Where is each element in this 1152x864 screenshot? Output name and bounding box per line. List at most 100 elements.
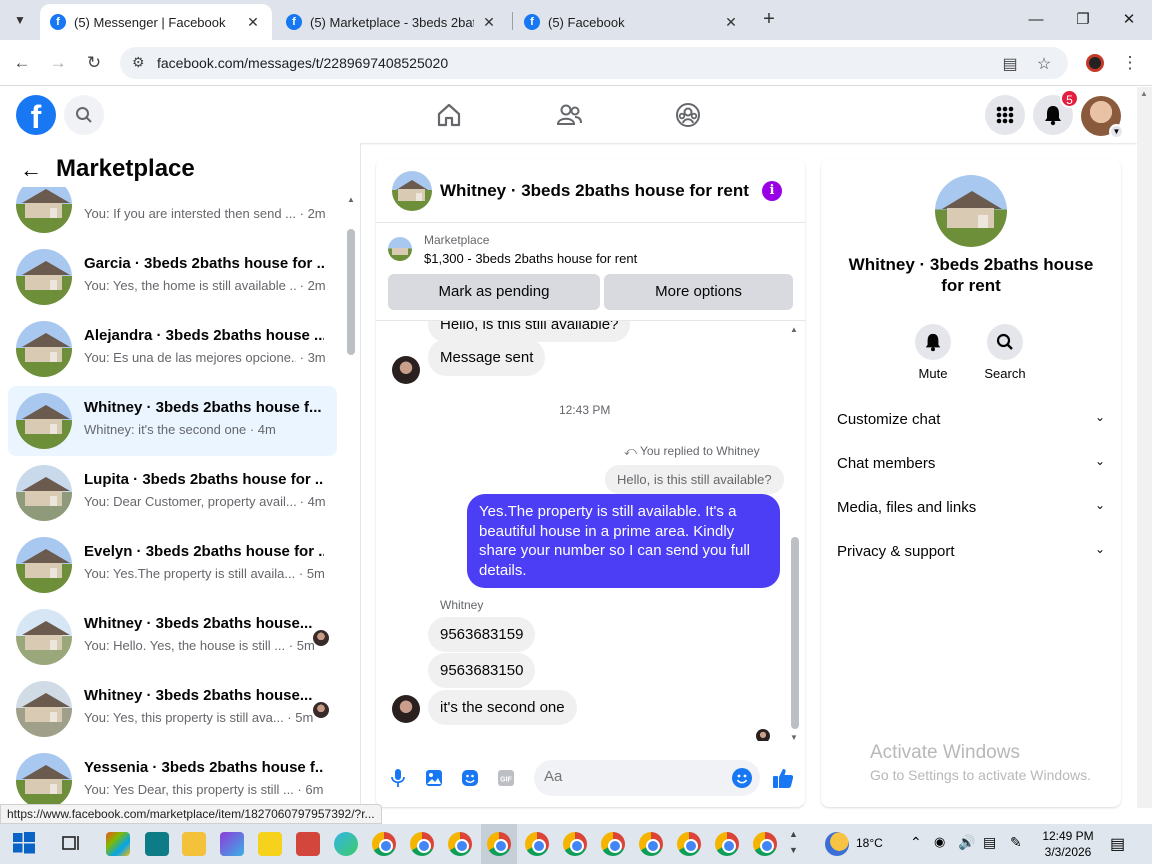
chrome-taskbar-icon[interactable] — [525, 832, 549, 856]
task-view-icon[interactable] — [60, 832, 84, 856]
sticky-notes-icon[interactable] — [258, 832, 282, 856]
conversation-item[interactable]: Garcia · 3beds 2baths house for ... You:… — [8, 242, 337, 312]
listing-thumbnail[interactable] — [392, 171, 432, 211]
scroll-up-arrow-icon[interactable]: ▲ — [347, 195, 355, 204]
more-options-button[interactable]: More options — [604, 274, 793, 310]
weather-temperature[interactable]: 18°C — [856, 836, 883, 850]
paint-app-icon[interactable] — [296, 832, 320, 856]
privacy-support-section[interactable]: Privacy & support ⌄ — [829, 530, 1113, 574]
chat-title[interactable]: Whitney · 3beds 2baths house for rent — [440, 181, 749, 201]
account-avatar[interactable]: ▼ — [1081, 96, 1124, 139]
home-nav-icon[interactable] — [434, 100, 464, 130]
facebook-logo-icon[interactable]: f — [16, 95, 56, 135]
app-s-icon[interactable] — [145, 832, 169, 856]
page-scrollbar[interactable]: ▲ — [1137, 87, 1152, 808]
close-window-icon[interactable]: ✕ — [1117, 8, 1141, 32]
customize-chat-section[interactable]: Customize chat ⌄ — [829, 398, 1113, 442]
photo-gallery-icon[interactable] — [424, 768, 444, 788]
clock[interactable]: 12:49 PM 3/3/2026 — [1038, 828, 1098, 860]
profile-extension-icon[interactable] — [1086, 54, 1104, 72]
contact-avatar[interactable] — [392, 356, 420, 384]
install-app-icon[interactable]: ▤ — [1000, 54, 1020, 74]
windows-start-icon[interactable] — [13, 832, 37, 856]
app-filter-icon[interactable] — [220, 832, 244, 856]
conversation-item[interactable]: Lupita · 3beds 2baths house for ... You:… — [8, 458, 337, 528]
chrome-taskbar-icon[interactable] — [753, 832, 777, 856]
address-bar[interactable]: ⚙ facebook.com/messages/t/22896974085250… — [120, 47, 1068, 79]
conversation-item[interactable]: Whitney · 3beds 2baths house... You: Yes… — [8, 674, 337, 744]
search-icon[interactable] — [987, 324, 1023, 360]
mute-action[interactable]: Mute — [903, 324, 963, 381]
message-input-box[interactable] — [534, 760, 760, 796]
sticker-icon[interactable] — [460, 768, 480, 788]
show-hidden-icons-chevron-icon[interactable]: ⌃ — [910, 834, 922, 851]
listing-price-title[interactable]: $1,300 - 3beds 2baths house for rent — [424, 251, 637, 266]
info-icon[interactable]: i — [762, 181, 782, 201]
contact-avatar[interactable] — [392, 695, 420, 723]
taskbar-overflow-arrows-icon[interactable]: ▲ ▼ — [789, 826, 798, 858]
bookmark-star-icon[interactable]: ☆ — [1034, 54, 1054, 74]
new-tab-plus-icon[interactable]: + — [758, 9, 780, 31]
chrome-taskbar-icon[interactable] — [563, 832, 587, 856]
close-tab-icon[interactable]: ✕ — [722, 14, 740, 31]
back-arrow-icon[interactable]: ← — [10, 51, 34, 75]
weather-icon[interactable] — [825, 832, 849, 856]
chrome-taskbar-icon[interactable] — [715, 832, 739, 856]
menu-grid-button[interactable] — [985, 95, 1025, 135]
search-action[interactable]: Search — [975, 324, 1035, 381]
conversation-item-selected[interactable]: Whitney · 3beds 2baths house f... Whitne… — [8, 386, 337, 456]
copilot-app-icon[interactable] — [106, 832, 130, 856]
chat-members-section[interactable]: Chat members ⌄ — [829, 442, 1113, 486]
conversation-item[interactable]: Whitney · 3beds 2baths house... You: Hel… — [8, 602, 337, 672]
listing-photo[interactable] — [935, 175, 1007, 247]
chrome-taskbar-icon[interactable] — [448, 832, 472, 856]
message-input[interactable] — [544, 768, 714, 785]
mark-as-pending-button[interactable]: Mark as pending — [388, 274, 600, 310]
scroll-up-arrow-icon[interactable]: ▲ — [790, 325, 798, 334]
tab-marketplace[interactable]: f (5) Marketplace - 3beds 2baths ✕ — [276, 4, 508, 40]
chrome-taskbar-icon[interactable] — [410, 832, 434, 856]
notification-center-icon[interactable]: ▤ — [1110, 834, 1125, 854]
file-explorer-icon[interactable] — [182, 832, 206, 856]
bell-icon[interactable] — [915, 324, 951, 360]
notifications-button[interactable]: 5 — [1033, 89, 1079, 135]
conversation-item[interactable]: Alejandra · 3beds 2baths house ... You: … — [8, 314, 337, 384]
back-arrow-icon[interactable]: ← — [20, 157, 42, 183]
pen-icon[interactable]: ✎ — [1010, 834, 1022, 851]
browser-menu-icon[interactable]: ⋮ — [1118, 51, 1142, 75]
address-url[interactable]: facebook.com/messages/t/2289697408525020 — [157, 55, 448, 71]
conversation-item[interactable]: Evelyn · 3beds 2baths house for ... You:… — [8, 530, 337, 600]
conversation-item[interactable]: Yessenia · 3beds 2baths house f... You: … — [8, 746, 337, 804]
edge-browser-icon[interactable] — [334, 832, 358, 856]
emoji-icon[interactable] — [732, 768, 752, 788]
tab-search-chevron-icon[interactable]: ▼ — [8, 8, 32, 32]
gif-icon[interactable]: GIF — [496, 768, 516, 788]
message-scrollbar[interactable] — [791, 537, 799, 729]
replied-to-quote[interactable]: Hello, is this still available? — [605, 465, 784, 494]
meet-now-icon[interactable]: ◉ — [934, 834, 945, 850]
friends-nav-icon[interactable] — [554, 100, 584, 130]
listing-thumbnail[interactable] — [388, 237, 412, 261]
close-tab-icon[interactable]: ✕ — [244, 14, 262, 31]
facebook-search-button[interactable] — [64, 95, 104, 135]
volume-icon[interactable]: 🔊 — [958, 834, 975, 851]
groups-nav-icon[interactable] — [673, 100, 703, 130]
tab-messenger[interactable]: f (5) Messenger | Facebook ✕ — [40, 4, 272, 40]
site-settings-icon[interactable]: ⚙ — [132, 54, 145, 71]
tab-facebook[interactable]: f (5) Facebook ✕ — [514, 4, 750, 40]
microphone-icon[interactable] — [388, 768, 408, 788]
close-tab-icon[interactable]: ✕ — [480, 14, 498, 31]
chrome-taskbar-icon[interactable] — [372, 832, 396, 856]
scroll-down-arrow-icon[interactable]: ▼ — [790, 733, 798, 742]
reload-icon[interactable]: ↻ — [82, 51, 106, 75]
thumbs-up-icon[interactable] — [772, 767, 794, 789]
minimize-window-icon[interactable]: — — [1024, 8, 1048, 32]
maximize-window-icon[interactable]: ❐ — [1071, 8, 1095, 32]
media-files-links-section[interactable]: Media, files and links ⌄ — [829, 486, 1113, 530]
chrome-taskbar-icon[interactable] — [677, 832, 701, 856]
scroll-up-arrow-icon[interactable]: ▲ — [1140, 89, 1148, 98]
forward-arrow-icon[interactable]: → — [46, 51, 70, 75]
chrome-taskbar-icon[interactable] — [639, 832, 663, 856]
sidebar-scrollbar[interactable] — [347, 229, 355, 355]
chrome-taskbar-icon[interactable] — [601, 832, 625, 856]
